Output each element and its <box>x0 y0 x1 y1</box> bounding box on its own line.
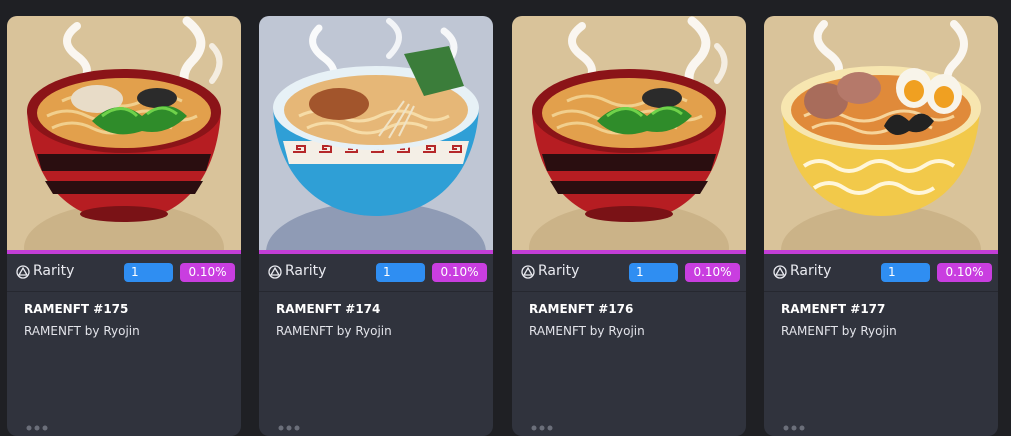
rarity-rank-badge: 1 <box>881 263 930 282</box>
yellow-ramen-bowl-art <box>764 16 998 250</box>
rarity-row: Rarity 1 0.10% <box>7 254 241 291</box>
nft-card[interactable]: Rarity 1 0.10% RAMENFT #174 RAMENFT by R… <box>259 16 493 436</box>
rarity-percent-badge: 0.10% <box>685 263 740 282</box>
nft-title[interactable]: RAMENFT #175 <box>24 302 128 316</box>
nft-title[interactable]: RAMENFT #176 <box>529 302 633 316</box>
rarity-row: Rarity 1 0.10% <box>512 254 746 291</box>
more-options-icon[interactable] <box>26 424 48 432</box>
nft-title[interactable]: RAMENFT #174 <box>276 302 380 316</box>
nft-image[interactable] <box>7 16 241 250</box>
nft-card[interactable]: Rarity 1 0.10% RAMENFT #177 RAMENFT by R… <box>764 16 998 436</box>
nft-title[interactable]: RAMENFT #177 <box>781 302 885 316</box>
nft-grid: Rarity 1 0.10% RAMENFT #175 RAMENFT by R… <box>0 0 1011 436</box>
rarity-rank-badge: 1 <box>376 263 425 282</box>
rarity-triangle-icon <box>773 265 787 279</box>
nft-card[interactable]: Rarity 1 0.10% RAMENFT #176 RAMENFT by R… <box>512 16 746 436</box>
nft-image[interactable] <box>512 16 746 250</box>
rarity-triangle-icon <box>16 265 30 279</box>
rarity-rank-badge: 1 <box>124 263 173 282</box>
collection-name[interactable]: RAMENFT by Ryojin <box>781 324 897 338</box>
rarity-percent-badge: 0.10% <box>180 263 235 282</box>
nft-image[interactable] <box>259 16 493 250</box>
rarity-row: Rarity 1 0.10% <box>259 254 493 291</box>
rarity-percent-badge: 0.10% <box>432 263 487 282</box>
rarity-label: Rarity <box>285 263 327 279</box>
rarity-row: Rarity 1 0.10% <box>764 254 998 291</box>
nft-card[interactable]: Rarity 1 0.10% RAMENFT #175 RAMENFT by R… <box>7 16 241 436</box>
divider <box>512 291 746 292</box>
rarity-label: Rarity <box>538 263 580 279</box>
collection-name[interactable]: RAMENFT by Ryojin <box>529 324 645 338</box>
rarity-triangle-icon <box>268 265 282 279</box>
collection-name[interactable]: RAMENFT by Ryojin <box>276 324 392 338</box>
divider <box>764 291 998 292</box>
collection-name[interactable]: RAMENFT by Ryojin <box>24 324 140 338</box>
rarity-label: Rarity <box>790 263 832 279</box>
nft-image[interactable] <box>764 16 998 250</box>
more-options-icon[interactable] <box>531 424 553 432</box>
rarity-percent-badge: 0.10% <box>937 263 992 282</box>
red-ramen-bowl-art <box>512 16 746 250</box>
rarity-label: Rarity <box>33 263 75 279</box>
red-ramen-bowl-art <box>7 16 241 250</box>
blue-ramen-bowl-art <box>259 16 493 250</box>
more-options-icon[interactable] <box>278 424 300 432</box>
more-options-icon[interactable] <box>783 424 805 432</box>
divider <box>7 291 241 292</box>
rarity-triangle-icon <box>521 265 535 279</box>
rarity-rank-badge: 1 <box>629 263 678 282</box>
divider <box>259 291 493 292</box>
